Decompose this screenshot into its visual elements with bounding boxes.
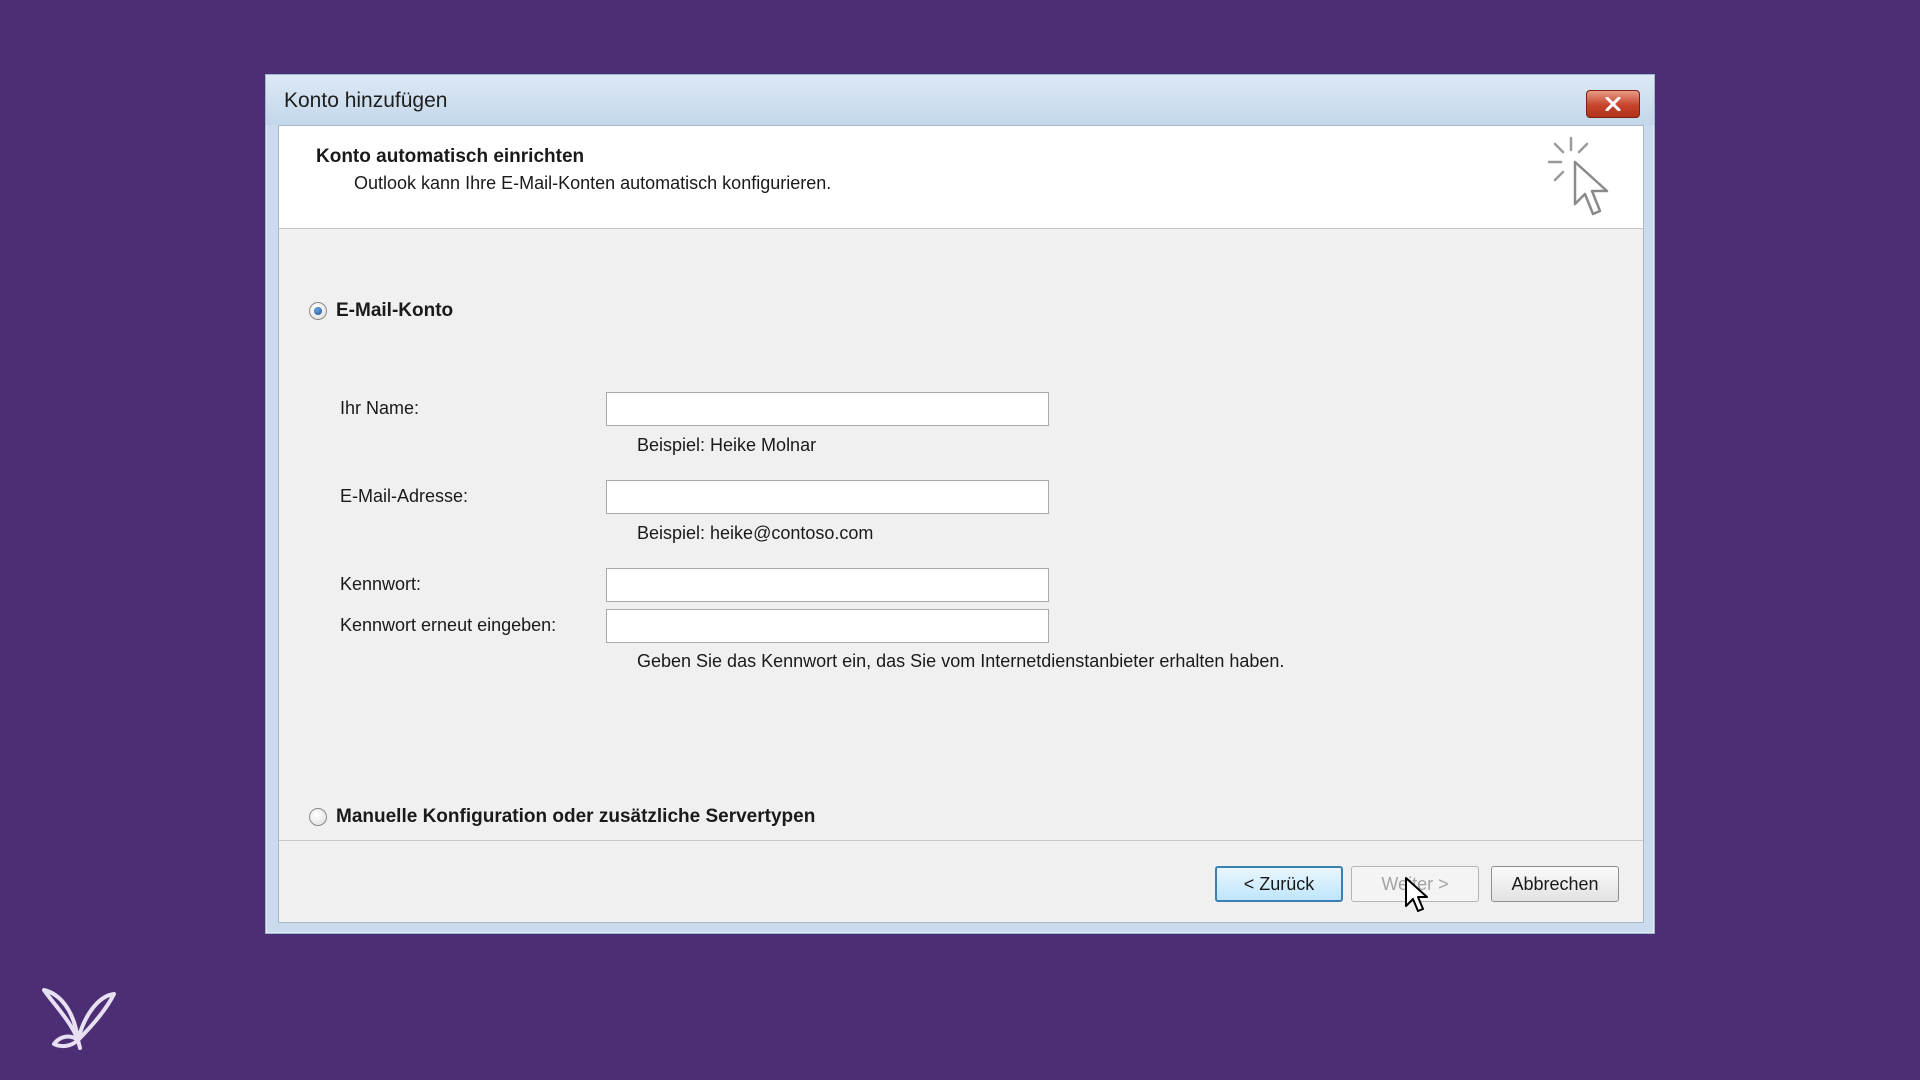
email-label: E-Mail-Adresse: bbox=[340, 486, 469, 506]
header-panel: Konto automatisch einrichten Outlook kan… bbox=[279, 126, 1643, 229]
email-account-label: E-Mail-Konto bbox=[336, 300, 454, 321]
page-title: Konto automatisch einrichten bbox=[316, 146, 585, 167]
password-repeat-label: Kennwort erneut eingeben: bbox=[340, 615, 557, 635]
dialog-content: Konto automatisch einrichten Outlook kan… bbox=[278, 125, 1644, 923]
manual-config-option[interactable]: Manuelle Konfiguration oder zusätzliche … bbox=[309, 806, 815, 828]
email-hint: Beispiel: heike@contoso.com bbox=[637, 523, 874, 543]
window-title: Konto hinzufügen bbox=[284, 89, 448, 112]
desktop-background: { "window": { "title": "Konto hinzufügen… bbox=[0, 0, 1920, 1080]
close-icon bbox=[1605, 97, 1621, 111]
mouse-pointer-icon bbox=[1405, 877, 1428, 912]
manual-config-label: Manuelle Konfiguration oder zusätzliche … bbox=[336, 806, 816, 827]
name-hint: Beispiel: Heike Molnar bbox=[637, 435, 817, 455]
password-label: Kennwort: bbox=[340, 574, 422, 594]
page-subtitle: Outlook kann Ihre E-Mail-Konten automati… bbox=[354, 173, 832, 193]
butterfly-logo-icon bbox=[42, 988, 116, 1050]
email-account-radio[interactable] bbox=[309, 302, 327, 320]
close-button[interactable] bbox=[1586, 90, 1640, 118]
title-bar[interactable]: Konto hinzufügen bbox=[266, 75, 1654, 125]
back-button[interactable]: < Zurück bbox=[1215, 866, 1343, 902]
sparkle-cursor-icon bbox=[1547, 136, 1609, 216]
radio-selected-dot bbox=[314, 307, 322, 315]
password-input[interactable] bbox=[606, 568, 1049, 602]
manual-config-radio[interactable] bbox=[309, 808, 327, 826]
add-account-dialog: Konto hinzufügen Konto automatisch einri… bbox=[265, 74, 1655, 934]
password-hint: Geben Sie das Kennwort ein, das Sie vom … bbox=[637, 651, 1285, 671]
name-label: Ihr Name: bbox=[340, 398, 420, 418]
name-input[interactable] bbox=[606, 392, 1049, 426]
email-input[interactable] bbox=[606, 480, 1049, 514]
password-repeat-input[interactable] bbox=[606, 609, 1049, 643]
button-divider bbox=[279, 840, 1643, 841]
cancel-button[interactable]: Abbrechen bbox=[1491, 866, 1619, 902]
email-account-option[interactable]: E-Mail-Konto bbox=[309, 300, 453, 322]
